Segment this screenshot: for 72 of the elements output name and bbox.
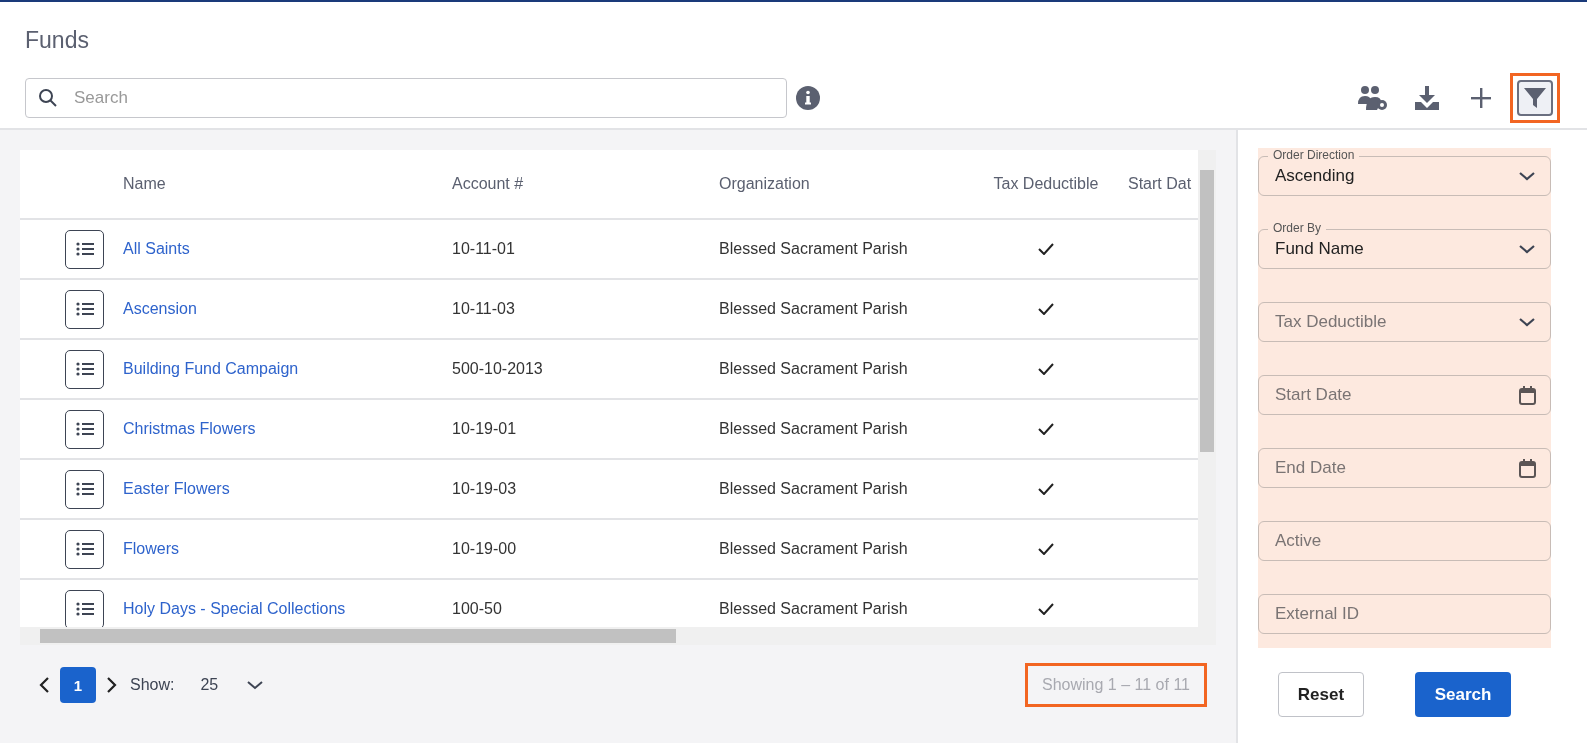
input-field[interactable]: Active bbox=[1258, 521, 1551, 561]
fund-link[interactable]: All Saints bbox=[123, 240, 452, 258]
fund-link[interactable]: Ascension bbox=[123, 300, 452, 318]
horizontal-scrollbar[interactable] bbox=[20, 627, 1199, 645]
table-cell-text: Blessed Sacrament Parish bbox=[719, 360, 909, 378]
details-button[interactable] bbox=[65, 229, 104, 269]
chevron-down-icon bbox=[1518, 244, 1536, 254]
chevron-down-icon bbox=[246, 680, 265, 690]
table-cell-text: Blessed Sacrament Parish bbox=[719, 540, 909, 558]
table-cell-text: Blessed Sacrament Parish bbox=[719, 600, 909, 618]
page-size-dropdown[interactable]: 25 bbox=[194, 675, 271, 695]
column-header[interactable]: Organization bbox=[719, 175, 985, 193]
list-icon bbox=[75, 542, 94, 556]
download-icon bbox=[1413, 84, 1441, 112]
fund-link[interactable]: Easter Flowers bbox=[123, 480, 452, 498]
date-field[interactable]: End Date bbox=[1258, 448, 1551, 488]
list-icon bbox=[75, 602, 94, 616]
filter-icon bbox=[1523, 86, 1547, 110]
fund-link[interactable]: Flowers bbox=[123, 540, 452, 558]
table-cell-text: 10-11-01 bbox=[452, 240, 516, 258]
previous-page-icon[interactable] bbox=[38, 676, 50, 694]
details-button[interactable] bbox=[65, 529, 104, 569]
filter-button[interactable] bbox=[1510, 73, 1560, 123]
list-icon bbox=[75, 302, 94, 316]
chevron-down-icon bbox=[1518, 317, 1536, 327]
details-button[interactable] bbox=[65, 589, 104, 628]
column-header[interactable]: Tax Deductible bbox=[985, 175, 1107, 193]
page-button[interactable]: 1 bbox=[60, 667, 96, 703]
details-button[interactable] bbox=[65, 349, 104, 389]
table-cell-text: 10-11-03 bbox=[452, 300, 516, 318]
date-field[interactable]: Start Date bbox=[1258, 375, 1551, 415]
vertical-scrollbar[interactable] bbox=[1198, 150, 1216, 645]
select-field[interactable]: Tax Deductible bbox=[1258, 302, 1551, 342]
fund-link[interactable]: Building Fund Campaign bbox=[123, 360, 452, 378]
list-icon bbox=[75, 362, 94, 376]
calendar-icon bbox=[1519, 385, 1536, 405]
plus-icon bbox=[1470, 87, 1492, 109]
people-gear-icon bbox=[1357, 84, 1389, 112]
column-header[interactable]: Start Dat bbox=[1128, 175, 1199, 193]
reset-button[interactable]: Reset bbox=[1278, 672, 1364, 717]
table-cell-text: 10-19-00 bbox=[452, 540, 518, 558]
table-cell-text: 500-10-2013 bbox=[452, 360, 544, 378]
fund-link[interactable]: Christmas Flowers bbox=[123, 420, 452, 438]
list-icon bbox=[75, 242, 94, 256]
list-icon bbox=[75, 482, 94, 496]
search-button[interactable]: Search bbox=[1415, 672, 1511, 717]
column-header[interactable]: Name bbox=[123, 175, 452, 193]
fund-link[interactable]: Holy Days - Special Collections bbox=[123, 600, 452, 618]
info-icon[interactable] bbox=[795, 85, 821, 111]
chevron-down-icon bbox=[1518, 171, 1536, 181]
table-cell-text: 10-19-01 bbox=[452, 420, 518, 438]
table-cell-text: Blessed Sacrament Parish bbox=[719, 300, 909, 318]
page-title: Funds bbox=[25, 26, 90, 48]
calendar-icon bbox=[1519, 458, 1536, 478]
input-field[interactable]: External ID bbox=[1258, 594, 1551, 634]
table-cell-text: 10-19-03 bbox=[452, 480, 518, 498]
show-label: Show: bbox=[130, 676, 175, 694]
field-label: Order Direction bbox=[1268, 148, 1360, 162]
list-icon bbox=[75, 422, 94, 436]
search-field[interactable]: Search bbox=[25, 78, 787, 118]
details-button[interactable] bbox=[65, 409, 104, 449]
table-cell-text: Blessed Sacrament Parish bbox=[719, 240, 909, 258]
search-icon bbox=[38, 88, 58, 108]
results-summary: Showing 1 – 11 of 11 bbox=[1028, 666, 1204, 704]
table-cell-text: 100-50 bbox=[452, 600, 503, 618]
table-cell-text: Blessed Sacrament Parish bbox=[719, 420, 909, 438]
table-cell-text: Blessed Sacrament Parish bbox=[719, 480, 909, 498]
details-button[interactable] bbox=[65, 289, 104, 329]
column-header[interactable]: Account # bbox=[452, 175, 719, 193]
details-button[interactable] bbox=[65, 469, 104, 509]
next-page-icon[interactable] bbox=[106, 676, 118, 694]
field-label: Order By bbox=[1268, 221, 1326, 235]
